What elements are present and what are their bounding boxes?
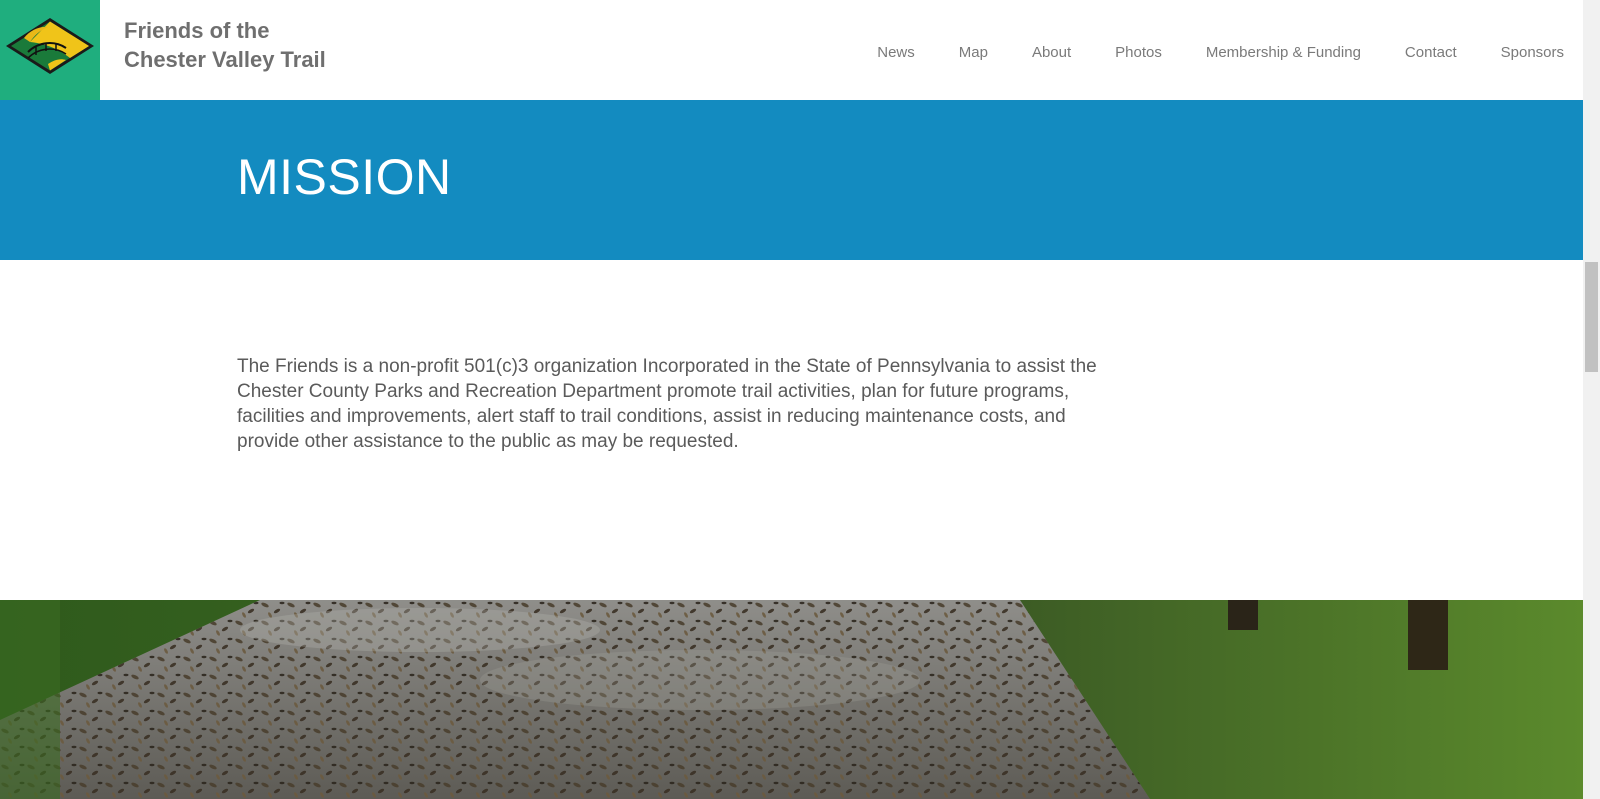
site-logo[interactable] xyxy=(0,0,100,100)
nav-sponsors[interactable]: Sponsors xyxy=(1501,44,1564,61)
nav-news[interactable]: News xyxy=(877,44,915,61)
page-scrollbar[interactable] xyxy=(1583,0,1600,799)
mission-banner: MISSION xyxy=(0,100,1583,260)
trail-bridge-logo-icon xyxy=(0,0,100,100)
nav-photos[interactable]: Photos xyxy=(1115,44,1162,61)
page: Friends of the Chester Valley Trail News… xyxy=(0,0,1600,799)
site-title[interactable]: Friends of the Chester Valley Trail xyxy=(124,16,326,74)
site-title-line1: Friends of the xyxy=(124,18,270,43)
nav-contact[interactable]: Contact xyxy=(1405,44,1457,61)
page-title: MISSION xyxy=(237,149,452,205)
site-header: Friends of the Chester Valley Trail News… xyxy=(0,0,1583,100)
scrollbar-thumb[interactable] xyxy=(1585,262,1598,372)
site-title-line2: Chester Valley Trail xyxy=(124,47,326,72)
trail-leaves-photo xyxy=(0,600,1583,799)
main-nav: News Map About Photos Membership & Fundi… xyxy=(877,44,1564,61)
nav-about[interactable]: About xyxy=(1032,44,1071,61)
nav-membership-funding[interactable]: Membership & Funding xyxy=(1206,44,1361,61)
mission-text: The Friends is a non-profit 501(c)3 orga… xyxy=(237,356,1097,452)
nav-map[interactable]: Map xyxy=(959,44,988,61)
